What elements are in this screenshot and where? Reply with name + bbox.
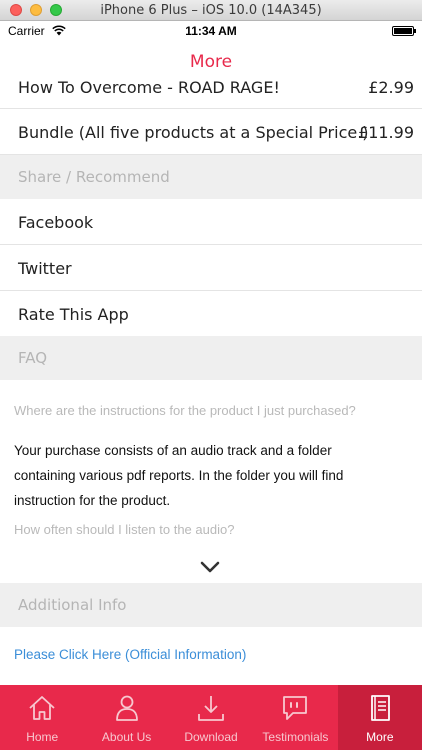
- status-time: 11:34 AM: [185, 24, 237, 38]
- product-name: How To Overcome - ROAD RAGE!: [18, 81, 280, 97]
- product-price: £11.99: [358, 123, 414, 142]
- tab-about-us[interactable]: About Us: [84, 685, 168, 750]
- download-icon: [198, 696, 224, 721]
- tab-testimonials[interactable]: Testimonials: [253, 685, 337, 750]
- product-name: Bundle (All five products at a Special P…: [18, 123, 369, 142]
- tab-download[interactable]: Download: [169, 685, 253, 750]
- section-header-additional-info: Additional Info: [0, 583, 422, 627]
- tab-home[interactable]: Home: [0, 685, 84, 750]
- battery-icon: [392, 26, 416, 36]
- section-title: FAQ: [18, 349, 48, 367]
- share-item-facebook[interactable]: Facebook: [0, 199, 422, 245]
- tab-label: Testimonials: [262, 730, 329, 744]
- tab-more[interactable]: More: [337, 685, 422, 750]
- product-row[interactable]: How To Overcome - ROAD RAGE! £2.99: [0, 81, 422, 109]
- faq-question[interactable]: How often should I listen to the audio?: [14, 522, 234, 537]
- tab-label: More: [366, 730, 394, 744]
- more-list[interactable]: How To Overcome - ROAD RAGE! £2.99 Bundl…: [0, 81, 422, 685]
- faq-answer-line: instruction for the product.: [14, 493, 171, 508]
- faq-answer: Your purchase consists of an audio track…: [14, 438, 404, 513]
- window-title: iPhone 6 Plus – iOS 10.0 (14A345): [100, 3, 322, 18]
- share-item-label: Facebook: [18, 213, 94, 232]
- person-icon: [115, 695, 138, 721]
- official-information-link[interactable]: Please Click Here (Official Information): [14, 647, 246, 662]
- book-icon: [370, 695, 390, 721]
- tab-bar: Home About Us Download Testimonials More: [0, 685, 422, 750]
- faq-answer-line: Your purchase consists of an audio track…: [14, 443, 332, 458]
- share-item-rate-app[interactable]: Rate This App: [0, 291, 422, 336]
- navigation-bar: More: [0, 41, 422, 81]
- section-header-faq: FAQ: [0, 336, 422, 380]
- faq-question[interactable]: Where are the instructions for the produ…: [14, 403, 356, 418]
- simulator-title-bar: iPhone 6 Plus – iOS 10.0 (14A345): [0, 0, 422, 21]
- section-header-share: Share / Recommend: [0, 155, 422, 199]
- chevron-down-icon[interactable]: [199, 560, 221, 574]
- device-screen: Carrier 11:34 AM More How To Overcome - …: [0, 21, 422, 750]
- status-bar: Carrier 11:34 AM: [0, 21, 422, 41]
- product-row[interactable]: Bundle (All five products at a Special P…: [0, 109, 422, 155]
- share-item-twitter[interactable]: Twitter: [0, 245, 422, 291]
- section-title: Share / Recommend: [18, 168, 170, 186]
- share-item-label: Twitter: [18, 259, 72, 278]
- faq-answer-line: containing various pdf reports. In the f…: [14, 468, 344, 483]
- home-icon: [29, 696, 55, 720]
- share-item-label: Rate This App: [18, 305, 129, 324]
- product-price: £2.99: [368, 81, 414, 97]
- quote-bubble-icon: [283, 696, 308, 720]
- page-title: More: [189, 52, 233, 72]
- tab-label: About Us: [101, 730, 152, 744]
- tab-label: Download: [184, 730, 238, 744]
- section-title: Additional Info: [18, 596, 127, 614]
- tab-label: Home: [26, 730, 59, 744]
